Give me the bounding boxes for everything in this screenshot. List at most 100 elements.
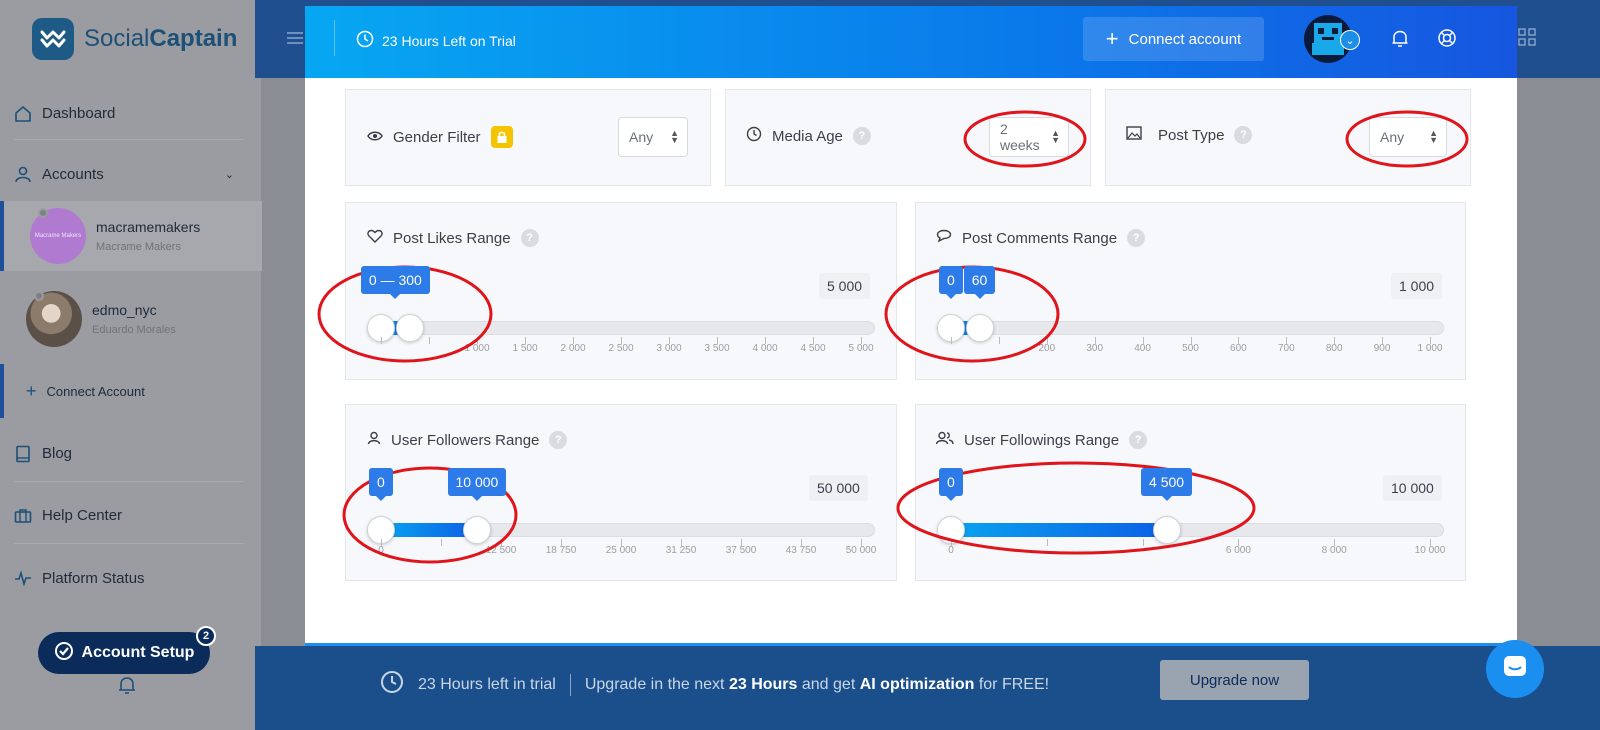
post-type-label: Post Type ? [1126, 126, 1253, 144]
slider-track[interactable] [367, 321, 875, 335]
upgrade-message: Upgrade in the next 23 Hours and get AI … [584, 675, 1050, 693]
tick-label: 12 500 [485, 545, 517, 556]
account-name: Macrame Makers [96, 241, 181, 253]
tick-mark [1046, 539, 1048, 546]
status-dot [34, 291, 44, 301]
media-age-select[interactable]: 2 weeks ▲ ▼ [989, 117, 1069, 157]
media-age-label: Media Age ? [746, 126, 871, 146]
sidebar-item-dashboard[interactable]: Dashboard [14, 88, 244, 140]
slider-thumb-max[interactable] [1152, 516, 1181, 544]
tick-label: 50 000 [845, 545, 877, 556]
slider-thumb-max[interactable] [965, 314, 994, 342]
tick-label: 500 [1182, 343, 1199, 354]
tick-label: 31 250 [665, 545, 697, 556]
tick-mark [381, 337, 382, 344]
chevron-down-icon[interactable]: ⌄ [225, 168, 234, 181]
user-followers-tooltip-min: 0 [369, 468, 393, 501]
account-username: macramemakers [96, 219, 201, 235]
chat-launcher[interactable] [1486, 640, 1544, 698]
upgrade-now-button[interactable]: Upgrade now [1160, 660, 1309, 700]
user-icon [367, 431, 381, 449]
account-setup-badge: 2 [196, 626, 216, 646]
account-setup-button[interactable]: Account Setup [38, 632, 210, 674]
plus-icon: + [1105, 26, 1119, 51]
tick-label: 3 500 [704, 343, 730, 354]
user-followings-label: User Followings Range ? [935, 431, 1148, 449]
tick-label: 25 000 [605, 545, 637, 556]
clock-icon [380, 670, 404, 699]
connect-account-button[interactable]: + Connect account [1083, 17, 1264, 61]
sidebar-item-label: Dashboard [42, 105, 116, 122]
tick-label: 700 [1277, 343, 1295, 354]
users-icon [935, 431, 954, 449]
tick-label: 0 [948, 545, 954, 556]
sidebar: SocialCaptain Dashboard Accounts ⌄ Macra… [0, 0, 262, 730]
help-icon[interactable]: ? [1129, 431, 1148, 449]
post-comments-tooltip-max: 60 [963, 266, 996, 299]
tick-label: 4 500 [800, 343, 826, 354]
brand-logo[interactable]: SocialCaptain [32, 18, 237, 60]
chevron-updown-icon: ▲ ▼ [1429, 128, 1438, 145]
slider-thumb-max[interactable] [395, 314, 424, 342]
tick-mark [951, 337, 952, 344]
tick-label: 3 000 [656, 343, 682, 354]
tick-label: 2 000 [560, 343, 586, 354]
tick-mark [429, 337, 430, 344]
tick-label: 400 [1134, 343, 1151, 354]
trial-indicator: 23 Hours Left on Trial [356, 30, 516, 51]
account-item-edmo-nyc[interactable]: edmo_nyc Eduardo Morales [0, 284, 262, 354]
post-likes-label: Post Likes Range ? [367, 229, 539, 247]
help-icon[interactable]: ? [1234, 126, 1253, 144]
bell-icon[interactable] [116, 674, 138, 701]
divider [305, 643, 1517, 646]
post-comments-tooltip-min: 0 [939, 266, 963, 299]
help-icon[interactable]: ? [852, 127, 871, 145]
menu-icon[interactable] [286, 30, 304, 51]
sidebar-item-blog[interactable]: Blog [14, 426, 244, 482]
sidebar-item-accounts[interactable]: Accounts ⌄ [14, 148, 244, 200]
slider-fill [951, 523, 1167, 537]
tick-label: 1 000 [1417, 343, 1443, 354]
gender-filter-label: Gender Filter [367, 126, 513, 148]
bell-icon[interactable] [1390, 28, 1410, 48]
gender-select[interactable]: Any ▲ ▼ [618, 117, 688, 157]
tick-mark [441, 539, 442, 546]
account-item-macramemakers[interactable]: Macrame Makers macramemakers Macrame Mak… [0, 201, 262, 271]
chevron-down-icon[interactable]: ⌄ [1340, 30, 1360, 50]
chevron-updown-icon: ▲ ▼ [670, 128, 679, 145]
tick-label: 18 750 [545, 545, 577, 556]
briefcase-icon [14, 507, 32, 525]
tick-label: 2 500 [608, 343, 634, 354]
user-followings-tooltip-max: 4 500 [1141, 468, 1193, 501]
connect-account-link[interactable]: + Connect Account [0, 364, 262, 418]
sidebar-item-label: Accounts [42, 165, 104, 183]
help-icon[interactable]: ? [520, 229, 539, 247]
eye-icon [367, 129, 383, 146]
pulse-icon [14, 569, 32, 587]
status-dot [38, 208, 48, 218]
slider-track[interactable] [937, 321, 1444, 335]
clock-icon [356, 30, 374, 51]
chat-icon [1501, 653, 1529, 686]
grid-icon[interactable] [1518, 28, 1538, 48]
trial-banner-text: 23 Hours left in trial Upgrade in the ne… [380, 670, 1049, 699]
tick-label: 37 500 [725, 545, 757, 556]
slider-thumb-max[interactable] [463, 516, 491, 544]
sidebar-item-help-center[interactable]: Help Center [14, 488, 244, 544]
help-icon[interactable]: ? [1127, 229, 1146, 247]
tick-label: 200 [1038, 343, 1056, 354]
tick-label: 8 000 [1321, 545, 1347, 556]
sidebar-item-label: Help Center [42, 507, 123, 524]
heart-icon [367, 229, 383, 247]
tick-label: 1 500 [512, 343, 538, 354]
brand-name: SocialCaptain [84, 25, 238, 52]
user-followers-label: User Followers Range ? [367, 431, 568, 449]
help-icon[interactable]: ? [549, 431, 568, 449]
sidebar-item-platform-status[interactable]: Platform Status [14, 550, 244, 606]
post-type-select[interactable]: Any ▲ ▼ [1369, 117, 1447, 157]
clock-icon [746, 126, 762, 146]
lock-icon [490, 126, 513, 148]
tick-label: 1 000 [464, 343, 490, 354]
tick-label: 43 750 [785, 545, 817, 556]
lifebuoy-icon[interactable] [1437, 28, 1457, 48]
